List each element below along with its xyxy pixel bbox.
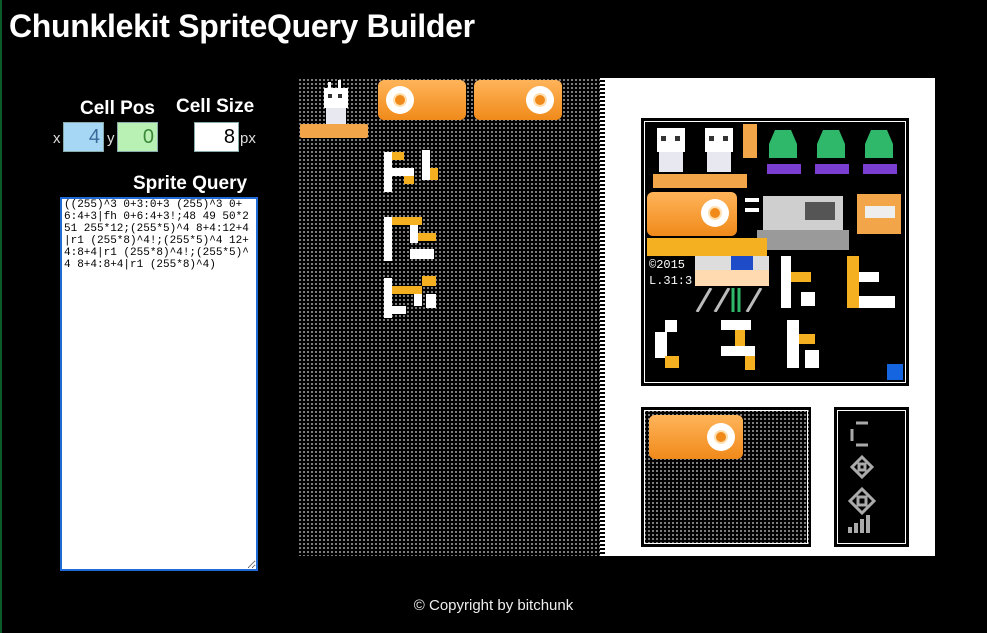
- level-text-sprite: L.31:3: [649, 274, 693, 288]
- roll-eye-sprite: [526, 86, 554, 114]
- sprite-preview-large: ©2015 L.31:3: [641, 118, 909, 386]
- sprite-query-textarea[interactable]: ((255)^3 0+3:0+3 (255)^3 0+6:4+3|fh 0+6:…: [60, 197, 258, 571]
- sprite-preview-medium: [641, 407, 811, 547]
- character-sprite: [653, 128, 747, 188]
- orange-bar-sprite: [743, 124, 757, 158]
- stripes-sprite: [695, 288, 763, 312]
- blue-sprite: [731, 256, 753, 270]
- cell-x-input[interactable]: [63, 122, 104, 152]
- footer-copyright: © Copyright by bitchunk: [413, 597, 574, 614]
- y-label: y: [107, 130, 115, 147]
- roll-eye-sprite: [386, 86, 414, 114]
- platform-sprite: [300, 124, 368, 138]
- blue-marker-icon: [887, 364, 903, 380]
- strip-sprite: [647, 238, 767, 256]
- sprite-query-heading: Sprite Query: [133, 173, 248, 194]
- cell-y-input[interactable]: [117, 122, 158, 152]
- sprite-sheet-canvas[interactable]: [298, 78, 604, 556]
- ornament-sprite: [847, 421, 877, 533]
- sprite-preview-small: [834, 407, 909, 547]
- cell-size-input[interactable]: [194, 122, 239, 152]
- roll-eye-sprite: [707, 423, 735, 451]
- roll-eye-sprite: [701, 199, 729, 227]
- copyright-text-sprite: ©2015: [649, 258, 686, 272]
- bar-sprite: [695, 270, 769, 286]
- glyph-sprite: [384, 150, 438, 192]
- glyph-sprite: [655, 320, 819, 370]
- glyph-sprite: [781, 256, 895, 308]
- px-unit-label: px: [240, 130, 256, 147]
- cell-size-heading: Cell Size: [176, 96, 255, 117]
- window-edge: [0, 0, 2, 633]
- glyph-sprite: [384, 276, 436, 318]
- glyph-sprite: [384, 217, 436, 261]
- alien-sprite: [767, 130, 897, 174]
- cell-pos-heading: Cell Pos: [80, 98, 155, 119]
- x-label: x: [53, 130, 61, 147]
- app-title: Chunklekit SpriteQuery Builder: [9, 8, 475, 44]
